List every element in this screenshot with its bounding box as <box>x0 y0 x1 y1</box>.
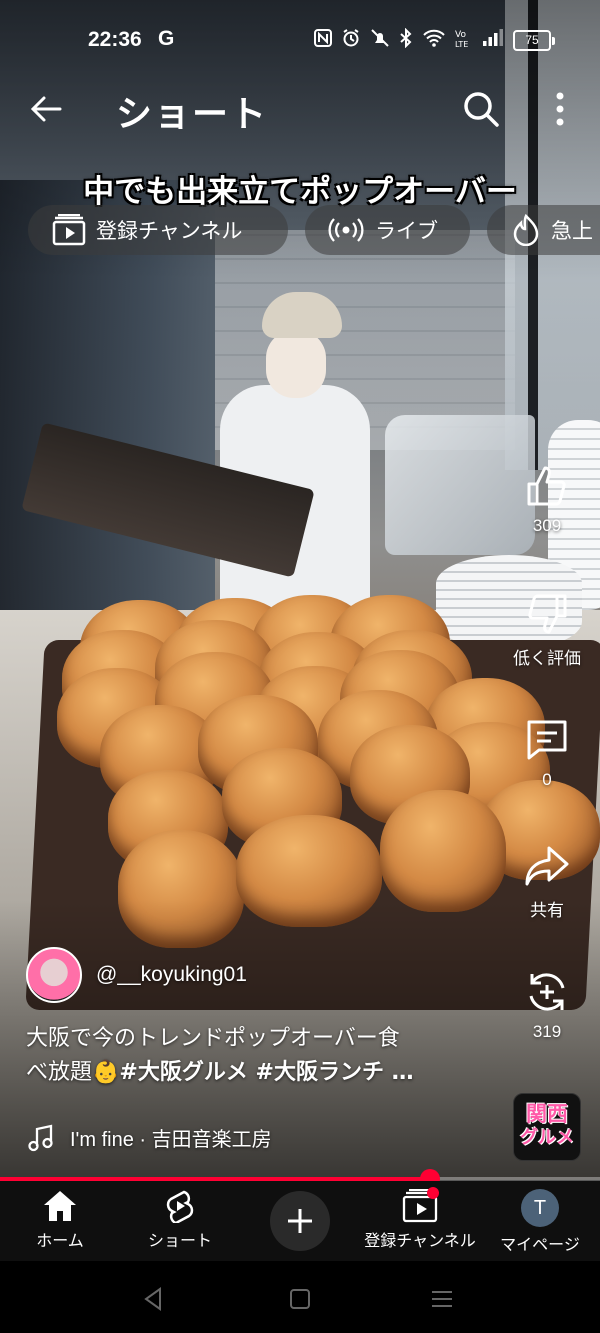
live-icon <box>328 218 364 242</box>
nav-home-label: ホーム <box>36 1233 84 1250</box>
system-navigation-bar <box>0 1261 600 1333</box>
volte-icon: Vo LTE <box>455 28 473 53</box>
nav-mypage-label: マイページ <box>500 1237 580 1254</box>
music-track: I'm fine · 吉田音楽工房 <box>70 1129 272 1151</box>
nav-subscriptions[interactable]: 登録チャンネル <box>360 1189 480 1251</box>
music-note-icon <box>28 1124 53 1151</box>
bluetooth-icon <box>399 27 413 53</box>
system-back-button[interactable] <box>140 1285 168 1313</box>
chip-label: ライブ <box>375 219 438 243</box>
square-home-icon <box>290 1289 310 1309</box>
wifi-icon <box>422 29 446 52</box>
battery-icon: 75 <box>513 30 555 51</box>
page-title: ショート <box>116 94 269 135</box>
sound-thumbnail[interactable]: 関西 グルメ <box>513 1093 581 1161</box>
user-avatar: T <box>521 1189 559 1227</box>
share-button[interactable]: 共有 <box>505 842 589 921</box>
thumb-up-icon <box>527 466 566 506</box>
more-vert-icon <box>556 92 564 126</box>
comment-icon <box>527 720 567 760</box>
search-button[interactable] <box>458 86 504 132</box>
google-notification-icon: G <box>158 27 175 50</box>
back-button[interactable] <box>24 86 70 132</box>
system-home-button[interactable] <box>286 1285 314 1313</box>
music-attribution[interactable]: I'm fine · 吉田音楽工房 <box>28 1123 272 1152</box>
remix-icon <box>529 973 565 1011</box>
shorts-icon <box>166 1190 194 1223</box>
description-line1: 大阪で今のトレンドポップオーバー食 <box>26 1026 400 1051</box>
baby-emoji: 👶 <box>92 1060 120 1085</box>
dislike-button[interactable]: 低く評価 <box>505 590 589 669</box>
triangle-back-icon <box>144 1287 161 1311</box>
status-time: 22:36 <box>88 28 142 51</box>
thumb-down-icon <box>528 594 567 634</box>
chip-trending[interactable]: 急上 <box>487 205 600 255</box>
create-button[interactable] <box>270 1191 330 1251</box>
svg-text:LTE: LTE <box>455 40 468 48</box>
shorts-screen: 22:36 G Vo LTE 75 ショート 中でも出来立てポップオーバー 登録… <box>0 0 600 1333</box>
chip-subscriptions[interactable]: 登録チャンネル <box>28 205 288 255</box>
feed-filter-chips: 登録チャンネル ライブ 急上 <box>0 205 600 257</box>
search-icon <box>464 92 499 127</box>
subscriptions-icon <box>52 214 86 246</box>
top-app-bar: ショート <box>0 76 600 140</box>
description-line2: べ放題 <box>26 1060 93 1085</box>
remix-count: 319 <box>532 1022 562 1041</box>
share-label: 共有 <box>530 901 564 920</box>
chip-live[interactable]: ライブ <box>305 205 470 255</box>
nav-shorts-label: ショート <box>147 1233 212 1250</box>
arrow-back-icon <box>30 96 62 122</box>
bottom-navigation: ホーム ショート 登録チャンネル T マイページ <box>0 1181 600 1261</box>
comment-count: 0 <box>542 770 552 789</box>
description-hashtags[interactable]: #大阪グルメ #大阪ランチ … <box>119 1060 413 1085</box>
mute-icon <box>370 28 390 53</box>
menu-lines-icon <box>432 1291 452 1307</box>
like-count: 309 <box>532 516 562 535</box>
channel-avatar[interactable] <box>26 947 82 1003</box>
nav-home[interactable]: ホーム <box>0 1189 120 1251</box>
svg-text:Vo: Vo <box>455 30 466 40</box>
home-icon <box>44 1191 76 1221</box>
remix-button[interactable]: 319 <box>505 968 589 1042</box>
status-icons: Vo LTE 75 <box>314 27 555 53</box>
alarm-icon <box>341 28 361 53</box>
thumbnail-text-line2: グルメ <box>520 1127 574 1148</box>
system-recents-button[interactable] <box>428 1285 456 1313</box>
more-options-button[interactable] <box>540 86 580 132</box>
new-content-dot <box>427 1187 439 1199</box>
plus-icon <box>288 1209 312 1233</box>
channel-row[interactable]: @__koyuking01 <box>26 947 247 1003</box>
trending-icon <box>513 214 539 246</box>
thumbnail-text-line1: 関西 <box>526 1102 568 1126</box>
status-bar: 22:36 G Vo LTE 75 <box>0 22 600 58</box>
video-description[interactable]: 大阪で今のトレンドポップオーバー食 べ放題👶#大阪グルメ #大阪ランチ … <box>26 1022 496 1090</box>
signal-icon <box>482 29 504 52</box>
nav-mypage[interactable]: T マイページ <box>480 1189 600 1255</box>
chip-label: 急上 <box>551 219 593 243</box>
like-button[interactable]: 309 <box>505 462 589 536</box>
nav-shorts[interactable]: ショート <box>120 1189 240 1251</box>
comments-button[interactable]: 0 <box>505 716 589 790</box>
dislike-label: 低く評価 <box>513 649 581 668</box>
chip-label: 登録チャンネル <box>96 219 243 243</box>
channel-handle[interactable]: @__koyuking01 <box>96 963 247 987</box>
battery-level: 75 <box>513 30 551 51</box>
nav-subscriptions-label: 登録チャンネル <box>364 1233 476 1250</box>
share-icon <box>525 846 569 886</box>
nfc-icon <box>314 29 332 52</box>
